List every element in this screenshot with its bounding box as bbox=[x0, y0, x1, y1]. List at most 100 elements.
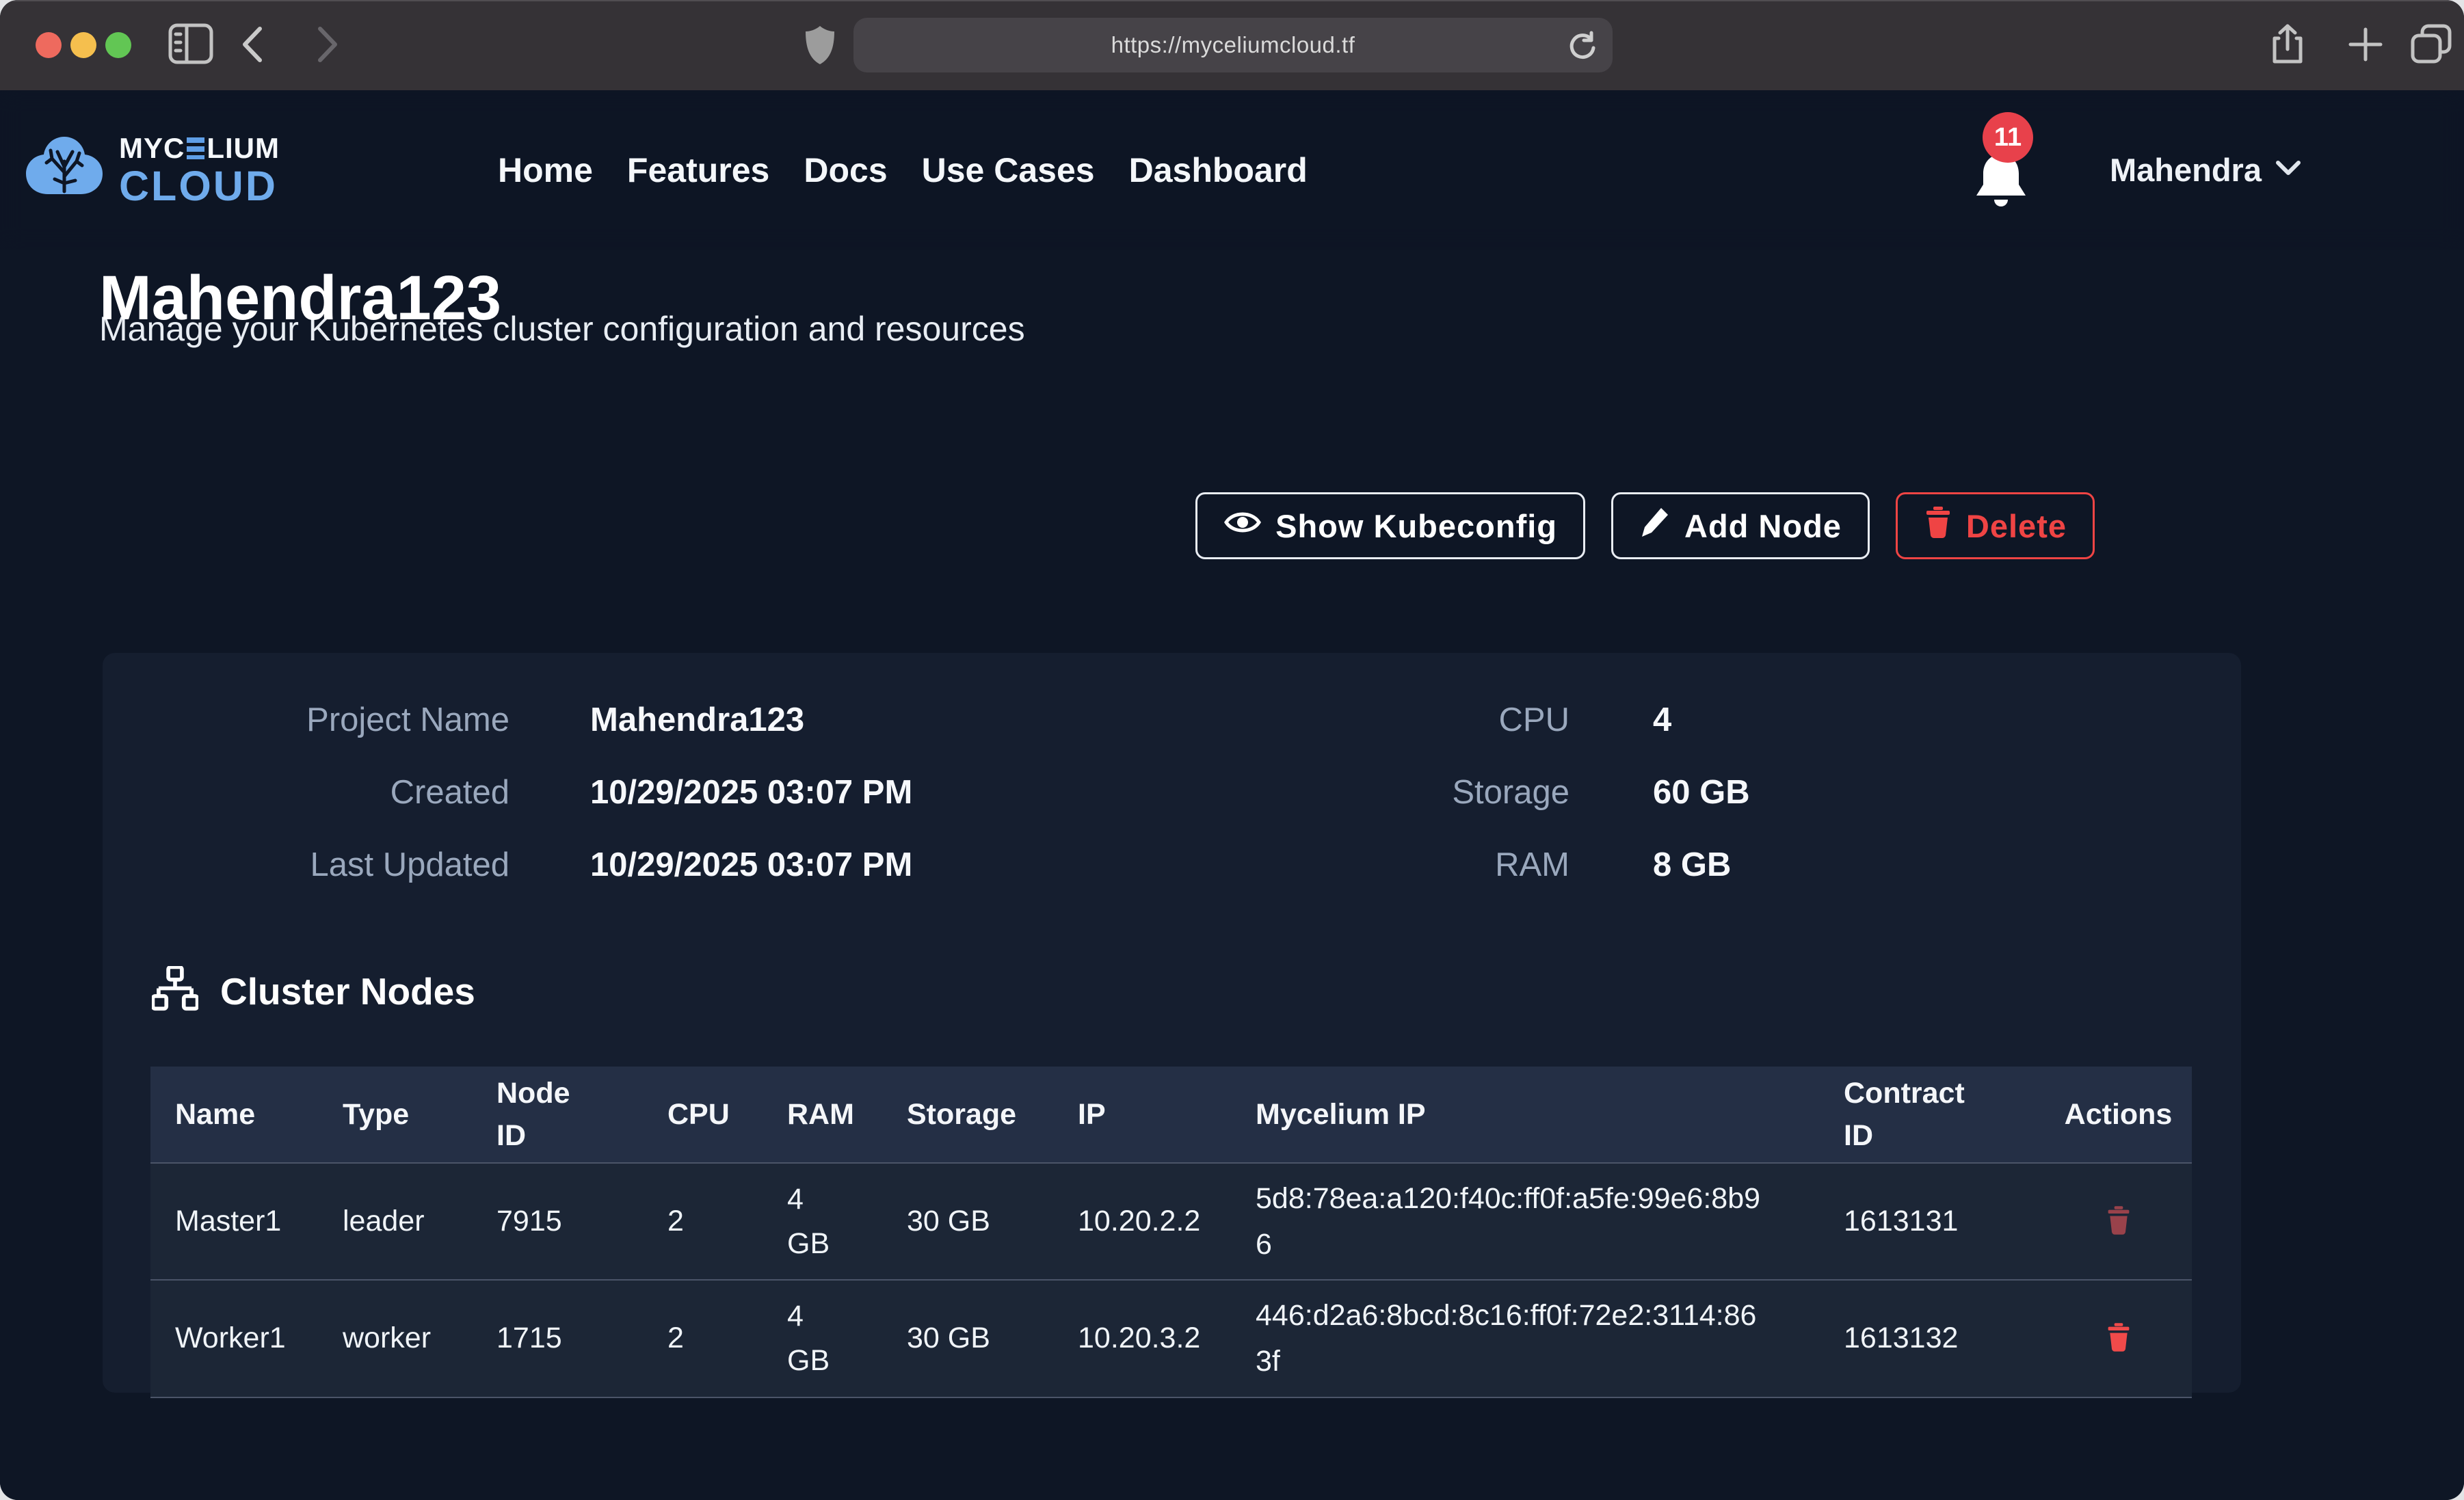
cell-cpu: 2 bbox=[643, 1192, 763, 1250]
nav-links: Home Features Docs Use Cases Dashboard bbox=[498, 90, 1308, 250]
address-bar[interactable]: https://myceliumcloud.tf bbox=[853, 18, 1613, 72]
trash-icon bbox=[2106, 1205, 2132, 1236]
cell-ram: 4 GB bbox=[763, 1282, 882, 1395]
back-icon[interactable] bbox=[241, 26, 264, 63]
info-row: CPU 4 bbox=[1197, 701, 1750, 773]
info-row: Created 10/29/2025 03:07 PM bbox=[103, 773, 912, 846]
nav-link-use-cases[interactable]: Use Cases bbox=[922, 150, 1095, 190]
delete-cluster-button[interactable]: Delete bbox=[1896, 492, 2095, 559]
notifications-button[interactable]: 11 bbox=[1973, 145, 2048, 227]
cell-type: leader bbox=[318, 1192, 472, 1250]
trash-icon bbox=[1924, 505, 1952, 547]
table-row-worker1: Worker1 worker 1715 2 4 GB 30 GB 10.20.3… bbox=[150, 1279, 2192, 1397]
col-header-actions: Actions bbox=[2045, 1086, 2192, 1144]
info-label: Created bbox=[103, 773, 509, 812]
nav-link-home[interactable]: Home bbox=[498, 150, 593, 190]
cell-node-id: 7915 bbox=[472, 1192, 643, 1250]
col-header-mycelium-ip: Mycelium IP bbox=[1231, 1086, 1819, 1144]
info-label: Storage bbox=[1197, 773, 1569, 812]
brand-line1: MYCLIUM bbox=[119, 134, 280, 163]
cell-cpu: 2 bbox=[643, 1309, 763, 1367]
mycelium-cloud-logo-icon bbox=[25, 131, 104, 210]
browser-chrome: https://myceliumcloud.tf bbox=[0, 0, 2464, 90]
info-value: 4 bbox=[1653, 701, 1671, 739]
cell-mycelium-ip: 5d8:78ea:a120:f40c:ff0f:a5fe:99e6:8b96 bbox=[1231, 1164, 1819, 1279]
info-row: RAM 8 GB bbox=[1197, 846, 1750, 918]
project-info-left: Project Name Mahendra123 Created 10/29/2… bbox=[103, 701, 912, 918]
info-row: Project Name Mahendra123 bbox=[103, 701, 912, 773]
close-window-button[interactable] bbox=[36, 32, 62, 58]
cell-ip: 10.20.3.2 bbox=[1053, 1309, 1231, 1367]
table-header-row: Name Type Node ID CPU RAM Storage IP Myc… bbox=[150, 1067, 2192, 1162]
cluster-actions: Show Kubeconfig Add Node bbox=[1195, 492, 2095, 559]
user-menu[interactable]: Mahendra bbox=[2110, 90, 2301, 250]
user-name: Mahendra bbox=[2110, 151, 2262, 189]
info-label: CPU bbox=[1197, 701, 1569, 739]
cell-contract-id: 1613131 bbox=[1819, 1192, 2045, 1250]
info-label: Last Updated bbox=[103, 846, 509, 884]
col-header-contract-id: Contract ID bbox=[1819, 1060, 2045, 1170]
browser-window: https://myceliumcloud.tf bbox=[0, 0, 2464, 1500]
page-title: Mahendra123 bbox=[99, 267, 501, 330]
col-header-ram: RAM bbox=[763, 1086, 882, 1144]
info-row: Storage 60 GB bbox=[1197, 773, 1750, 846]
cell-contract-id: 1613132 bbox=[1819, 1309, 2045, 1367]
col-header-storage: Storage bbox=[882, 1086, 1053, 1144]
cell-actions bbox=[2045, 1309, 2192, 1367]
show-kubeconfig-button[interactable]: Show Kubeconfig bbox=[1195, 492, 1585, 559]
col-header-ip: IP bbox=[1053, 1086, 1231, 1144]
pencil-icon bbox=[1639, 505, 1671, 547]
col-header-name: Name bbox=[150, 1086, 318, 1144]
shield-icon[interactable] bbox=[804, 25, 836, 66]
page-body: Mahendra123 Manage your Kubernetes clust… bbox=[0, 90, 2464, 1500]
project-info-right: CPU 4 Storage 60 GB RAM 8 GB bbox=[1197, 701, 1750, 918]
cluster-nodes-header: Cluster Nodes bbox=[152, 966, 475, 1016]
cluster-nodes-table: Name Type Node ID CPU RAM Storage IP Myc… bbox=[150, 1067, 2192, 1398]
info-value: 60 GB bbox=[1653, 773, 1750, 812]
col-header-node-id: Node ID bbox=[472, 1060, 643, 1170]
cell-storage: 30 GB bbox=[882, 1192, 1053, 1250]
notification-count-badge: 11 bbox=[1983, 112, 2033, 163]
project-details-card: Project Name Mahendra123 Created 10/29/2… bbox=[103, 653, 2241, 1393]
brand-line2: CLOUD bbox=[119, 165, 280, 207]
cell-name: Master1 bbox=[150, 1192, 318, 1250]
top-navbar: MYCLIUM CLOUD Home Features Docs Use Cas… bbox=[0, 90, 2464, 250]
sidebar-toggle-icon[interactable] bbox=[168, 23, 213, 64]
trash-icon bbox=[2106, 1322, 2132, 1353]
zoom-window-button[interactable] bbox=[105, 32, 131, 58]
info-value: Mahendra123 bbox=[590, 701, 804, 739]
info-value: 10/29/2025 03:07 PM bbox=[590, 846, 912, 884]
nav-link-dashboard[interactable]: Dashboard bbox=[1129, 150, 1308, 190]
stylized-e-glyph bbox=[187, 137, 204, 159]
cell-type: worker bbox=[318, 1309, 472, 1367]
new-tab-icon[interactable] bbox=[2347, 26, 2384, 63]
tab-overview-icon[interactable] bbox=[2410, 23, 2452, 64]
cell-ip: 10.20.2.2 bbox=[1053, 1192, 1231, 1250]
bell-icon bbox=[1973, 202, 2029, 213]
share-icon[interactable] bbox=[2269, 23, 2306, 66]
eye-icon bbox=[1223, 507, 1262, 546]
info-value: 8 GB bbox=[1653, 846, 1731, 884]
info-label: Project Name bbox=[103, 701, 509, 739]
table-row-master1: Master1 leader 7915 2 4 GB 30 GB 10.20.2… bbox=[150, 1162, 2192, 1279]
nav-link-features[interactable]: Features bbox=[627, 150, 769, 190]
col-header-cpu: CPU bbox=[643, 1086, 763, 1144]
info-value: 10/29/2025 03:07 PM bbox=[590, 773, 912, 812]
brand-logo[interactable]: MYCLIUM CLOUD bbox=[25, 131, 280, 210]
minimize-window-button[interactable] bbox=[70, 32, 96, 58]
cell-node-id: 1715 bbox=[472, 1309, 643, 1367]
col-header-type: Type bbox=[318, 1086, 472, 1144]
cell-name: Worker1 bbox=[150, 1309, 318, 1367]
reload-icon[interactable] bbox=[1567, 30, 1598, 64]
nav-link-docs[interactable]: Docs bbox=[804, 150, 887, 190]
brand-wordmark: MYCLIUM CLOUD bbox=[119, 134, 280, 207]
cell-ram: 4 GB bbox=[763, 1165, 882, 1278]
delete-node-button[interactable] bbox=[2106, 1205, 2132, 1238]
cluster-nodes-title: Cluster Nodes bbox=[220, 969, 475, 1013]
chevron-down-icon bbox=[2275, 159, 2301, 180]
delete-node-button[interactable] bbox=[2106, 1322, 2132, 1355]
add-node-button[interactable]: Add Node bbox=[1611, 492, 1870, 559]
info-label: RAM bbox=[1197, 846, 1569, 884]
info-row: Last Updated 10/29/2025 03:07 PM bbox=[103, 846, 912, 918]
forward-icon[interactable] bbox=[316, 26, 339, 63]
